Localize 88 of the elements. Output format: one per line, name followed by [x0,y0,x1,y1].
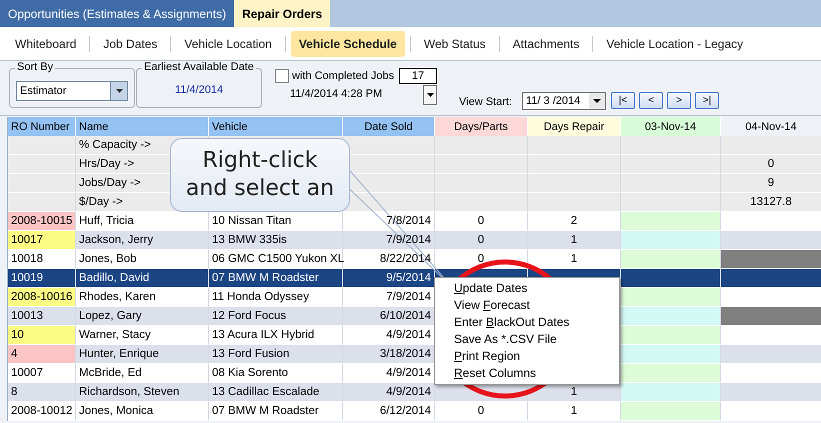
table-cell: Jackson, Jerry [76,231,209,250]
table-cell: 13 Ford Fusion [209,345,343,364]
table-cell: 10017 [8,231,76,250]
view-start-label: View Start: [459,96,512,110]
table-cell: 07 BMW M Roadster [209,402,343,421]
earliest-date: 11/4/2014 [174,84,224,96]
table-cell: 0 [435,402,528,421]
table-cell: 0 [435,212,528,231]
table-cell: 10019 [8,269,76,288]
table-cell: Rhodes, Karen [76,288,209,307]
view-start-field[interactable]: 11/ 3 /2014 [522,92,606,110]
column-header[interactable]: Days Repair [528,117,621,136]
table-cell: 07 BMW M Roadster [209,269,343,288]
table-cell: 8 [8,383,76,402]
table-cell: 13 Acura ILX Hybrid [209,326,343,345]
tab[interactable]: Whiteboard [7,30,84,56]
table-cell: 9 [721,174,821,193]
table-cell: Richardson, Steven [76,383,209,402]
tab[interactable]: Web Status [416,30,494,56]
nav-button[interactable]: < [639,92,663,109]
table-cell: 1 [528,402,621,421]
table-cell: 4/9/2014 [343,326,435,345]
column-header[interactable]: Date Sold [343,117,435,136]
table-cell: 10 Nissan Titan [209,212,343,231]
timestamp: 11/4/2014 4:28 PM [290,88,382,100]
column-header[interactable]: 03-Nov-14 [621,117,721,136]
table-cell: 10018 [8,250,76,269]
table-cell: 13 BMW 335is [209,231,343,250]
nav-button[interactable]: >| [695,92,719,109]
table-cell: 7/9/2014 [343,288,435,307]
table-cell: 11 Honda Odyssey [209,288,343,307]
table-cell: 4/9/2014 [343,364,435,383]
column-header[interactable]: Vehicle [209,117,343,136]
table-cell: 2 [528,212,621,231]
group-label: Sort By [15,61,56,73]
table-cell: 10007 [8,364,76,383]
tab[interactable]: Repair Orders [234,0,330,27]
table-cell: Hunter, Enrique [76,345,209,364]
tab[interactable]: Vehicle Schedule [290,30,405,56]
table-cell: 0 [721,155,821,174]
nav-button[interactable]: > [667,92,691,109]
table-cell: 13 Cadillac Escalade [209,383,343,402]
table-cell: 4 [8,345,76,364]
table-cell: Warner, Stacy [76,326,209,345]
tab[interactable]: Opportunities (Estimates & Assignments) [0,0,234,27]
table-cell: 1 [528,231,621,250]
table-cell: Jones, Monica [76,402,209,421]
table-cell: Lopez, Gary [76,307,209,326]
table-cell: 12 Ford Focus [209,307,343,326]
checkbox-label: with Completed Jobs [292,70,394,82]
table-cell: Jones, Bob [76,250,209,269]
table-cell: 4/9/2014 [343,383,435,402]
table-cell: 10 [8,326,76,345]
column-header[interactable]: RO Number [8,117,76,136]
nav-button[interactable]: |< [611,92,635,109]
tab[interactable]: Job Dates [95,30,166,56]
dropdown-button[interactable] [423,85,437,105]
group-label: Earliest Available Date [142,61,256,73]
table-cell: 08 Kia Sorento [209,364,343,383]
tab[interactable]: Attachments [504,30,588,56]
table-cell: 1 [528,250,621,269]
table-cell: 2008-10012 [8,402,76,421]
table-cell: 13127.8 [721,193,821,212]
column-header[interactable]: Name [76,117,209,136]
table-cell: 9/5/2014 [343,269,435,288]
table-cell: 6/12/2014 [343,402,435,421]
checkbox[interactable] [275,69,289,83]
table-cell: 7/9/2014 [343,231,435,250]
caret-icon [116,89,122,93]
table-cell: 2008-10016 [8,288,76,307]
table-cell: 10013 [8,307,76,326]
table-cell: McBride, Ed [76,364,209,383]
table-cell: 06 GMC C1500 Yukon XL [209,250,343,269]
count-field[interactable]: 17 [399,68,437,84]
sort-by-dropdown[interactable]: Estimator [16,81,128,101]
table-cell: 6/10/2014 [343,307,435,326]
table-cell: 0 [435,231,528,250]
table-cell: 7/8/2014 [343,212,435,231]
table-cell: 3/18/2014 [343,345,435,364]
tab[interactable]: Vehicle Location [176,30,280,56]
table-cell: Huff, Tricia [76,212,209,231]
table-cell: Badillo, David [76,269,209,288]
caret-icon [593,99,601,103]
tab[interactable]: Vehicle Location - Legacy [598,30,752,56]
table-cell: 8/22/2014 [343,250,435,269]
table-cell: 2008-10015 [8,212,76,231]
caret-icon [426,93,434,97]
column-header[interactable]: Days/Parts [435,117,528,136]
